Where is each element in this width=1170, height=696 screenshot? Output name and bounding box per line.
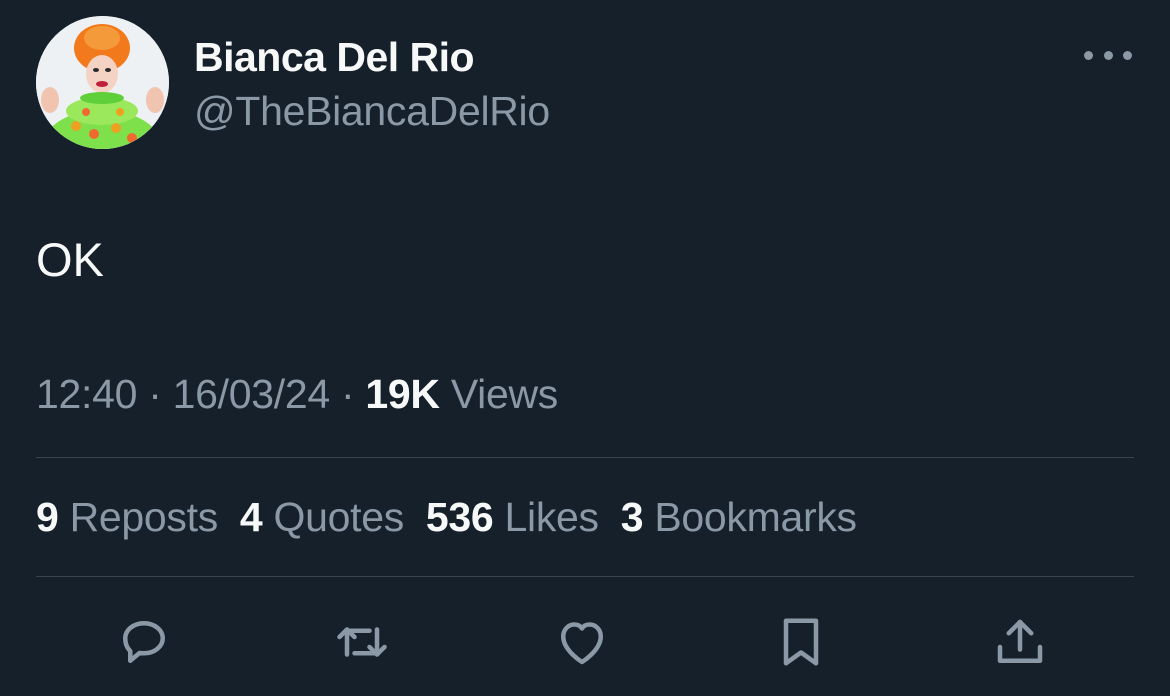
stat-bookmarks[interactable]: 3 Bookmarks — [621, 494, 857, 540]
views-label[interactable]: Views — [451, 371, 558, 417]
avatar-image — [36, 16, 169, 149]
more-dot — [1103, 50, 1113, 60]
divider — [36, 457, 1134, 458]
views-count[interactable]: 19K — [365, 371, 440, 417]
share-button[interactable] — [990, 612, 1050, 672]
tweet-detail: Bianca Del Rio @TheBiancaDelRio OK 12:40… — [0, 0, 1170, 696]
engagement-stats: 9 Reposts 4 Quotes 536 Likes 3 Bookmarks — [36, 494, 879, 541]
tweet-time[interactable]: 12:40 — [36, 371, 137, 417]
like-button[interactable] — [552, 612, 612, 672]
stat-reposts[interactable]: 9 Reposts — [36, 494, 218, 540]
more-dot — [1084, 50, 1093, 60]
author-handle[interactable]: @TheBiancaDelRio — [194, 88, 550, 135]
share-icon — [997, 619, 1043, 663]
reply-icon — [123, 621, 165, 663]
tweet-date[interactable]: 16/03/24 — [173, 371, 331, 417]
repost-icon — [337, 627, 387, 657]
divider — [36, 576, 1134, 577]
tweet-meta: 12:40 · 16/03/24 · 19K Views — [36, 371, 558, 418]
repost-button[interactable] — [332, 612, 392, 672]
more-dot — [1123, 50, 1132, 60]
tweet-text: OK — [36, 233, 104, 286]
more-options-icon[interactable] — [1084, 44, 1132, 66]
stat-quotes[interactable]: 4 Quotes — [240, 494, 404, 540]
bookmark-icon — [783, 618, 819, 666]
meta-separator: · — [340, 371, 355, 417]
heart-icon — [561, 622, 603, 665]
bookmark-button[interactable] — [771, 612, 831, 672]
avatar[interactable] — [36, 16, 169, 149]
author-display-name[interactable]: Bianca Del Rio — [194, 34, 475, 81]
reply-button[interactable] — [114, 612, 174, 672]
meta-separator: · — [148, 371, 162, 417]
stat-likes[interactable]: 536 Likes — [426, 494, 599, 540]
